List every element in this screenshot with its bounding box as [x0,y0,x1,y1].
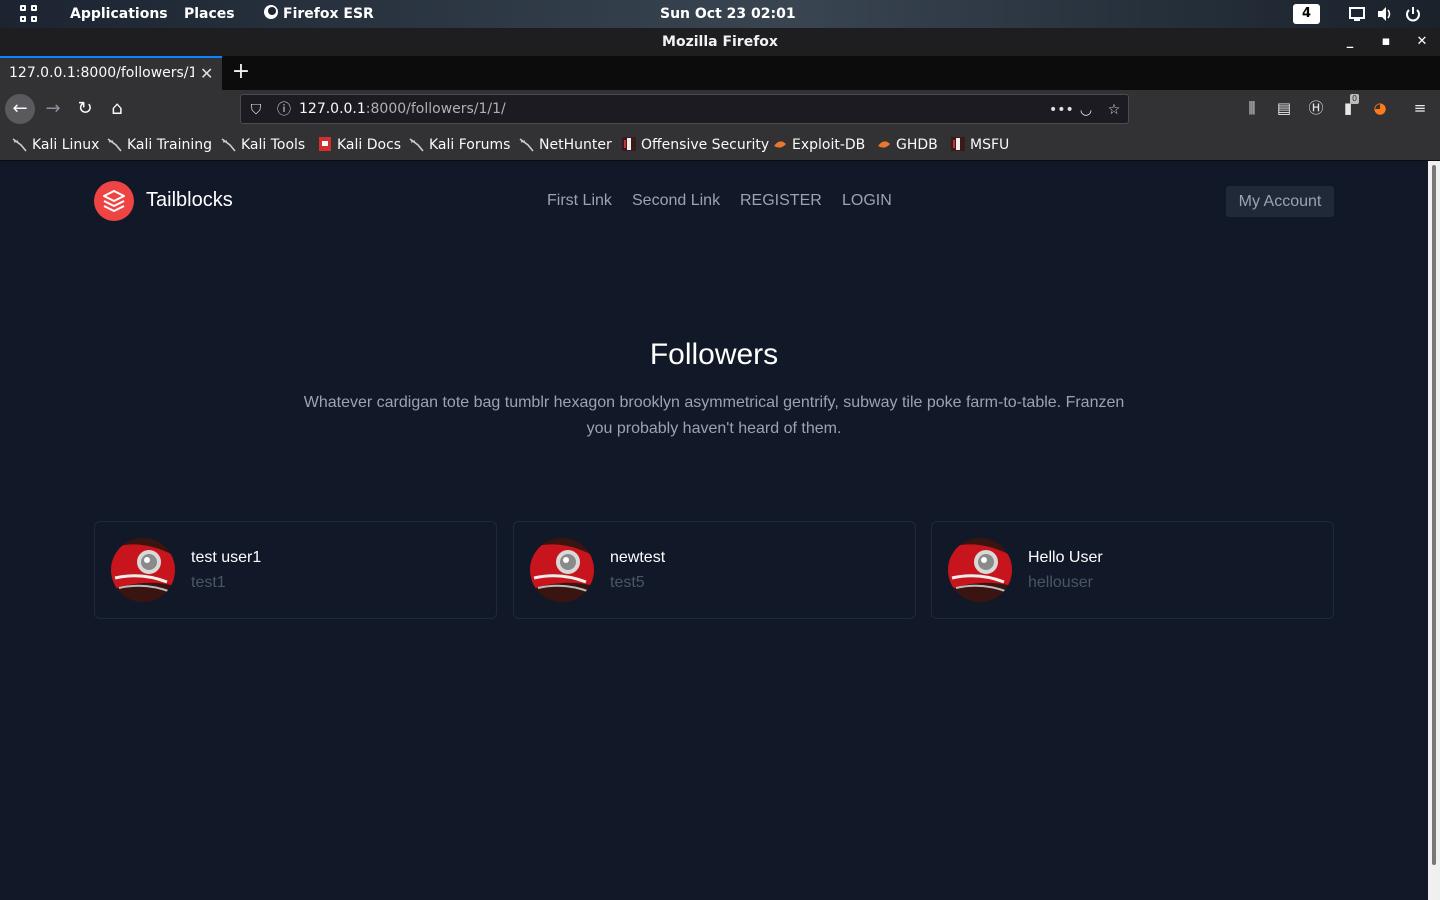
brand-name: Tailblocks [146,189,233,211]
bookmark-star-icon[interactable]: ☆ [1105,101,1123,119]
back-icon[interactable]: ← [5,94,35,124]
bookmark-nethunter[interactable]: NetHunter [519,136,612,154]
bookmark-kali-forums[interactable]: Kali Forums [409,136,510,154]
bookmark-label: NetHunter [539,137,612,153]
site-info-icon[interactable]: ⓘ [275,101,293,119]
follower-name: newtest [610,549,666,566]
apps-grid-icon[interactable] [20,5,38,23]
my-account-button[interactable]: My Account [1226,186,1334,217]
page-actions-icon[interactable]: ••• [1049,101,1074,119]
tab-strip: 127.0.0.1:8000/followers/1/1/ ✕ + [0,56,1440,90]
bookmark-label: Kali Linux [32,137,100,153]
bookmarks-toolbar: Kali Linux Kali Training Kali Tools Kali… [0,128,1440,161]
offsec-icon [622,137,636,151]
window-title: Mozilla Firefox [662,34,778,50]
scrollbar-thumb[interactable] [1432,165,1436,865]
volume-icon[interactable] [1376,5,1394,23]
nav-login-link[interactable]: LOGIN [842,192,892,210]
bookmark-offensive-security[interactable]: Offensive Security [621,136,769,154]
power-icon[interactable] [1404,5,1422,23]
browser-tab[interactable]: 127.0.0.1:8000/followers/1/1/ ✕ [0,56,222,90]
bookmark-kali-training[interactable]: Kali Training [107,136,212,154]
url-text[interactable]: 127.0.0.1:8000/followers/1/1/ [299,101,506,117]
applications-menu[interactable]: Applications [70,0,168,28]
kali-dragon-icon [12,138,27,152]
nav-register-link[interactable]: REGISTER [740,192,822,210]
page-content: Tailblocks First Link Second Link REGIST… [0,161,1428,900]
url-host: 127.0.0.1 [299,101,366,117]
pocket-icon[interactable]: ◡ [1077,101,1095,119]
bookmark-kali-tools[interactable]: Kali Tools [221,136,305,154]
kali-dragon-icon [519,138,534,152]
url-path: :8000/followers/1/1/ [365,101,506,117]
bookmark-label: Kali Forums [429,137,511,153]
minimize-icon[interactable]: _ [1336,28,1364,56]
kali-dragon-icon [107,138,122,152]
bookmark-label: MSFU [970,137,1010,153]
extension-icon[interactable]: ◕ [1370,98,1390,118]
firefox-icon [264,5,278,19]
system-top-bar: Applications Places Firefox ESR Sun Oct … [0,0,1440,28]
follower-card[interactable]: newtest test5 [513,521,916,619]
tracking-shield-icon[interactable]: ⛉ [247,101,265,119]
bookmark-label: Offensive Security [641,137,770,153]
follower-name: Hello User [1028,549,1103,566]
follower-username: hellouser [1028,574,1093,591]
new-tab-icon[interactable]: + [230,58,252,86]
close-window-icon[interactable]: ✕ [1408,28,1436,56]
follower-card[interactable]: test user1 test1 [94,521,497,619]
active-app-label: Firefox ESR [283,6,374,22]
follower-username: test1 [191,574,226,591]
bookmark-ghdb[interactable]: GHDB [876,136,938,154]
account-h-icon[interactable]: Ⓗ [1306,98,1326,118]
kali-dragon-icon [221,138,236,152]
workspace-indicator[interactable]: 4 [1293,4,1320,24]
bookmark-kali-linux[interactable]: Kali Linux [12,136,99,154]
bookmark-label: Kali Docs [337,137,402,153]
forward-icon[interactable]: → [38,94,68,124]
kali-dragon-icon [409,138,424,152]
page-description: Whatever cardigan tote bag tumblr hexago… [303,394,1125,437]
sidebar-icon[interactable]: ▤ [1274,98,1294,118]
bookmark-label: Kali Training [127,137,212,153]
tab-close-icon[interactable]: ✕ [200,64,213,83]
avatar [948,538,1012,602]
exploitdb-icon [774,141,786,148]
tab-title: 127.0.0.1:8000/followers/1/1/ [9,65,194,81]
maximize-icon[interactable]: ▪ [1372,28,1400,56]
reload-icon[interactable]: ↻ [70,94,100,124]
avatar [111,538,175,602]
window-title-bar: Mozilla Firefox _ ▪ ✕ [0,28,1440,56]
page-scrollbar[interactable] [1428,161,1440,900]
kali-docs-icon [319,137,331,151]
exploitdb-icon [878,141,890,148]
bookmark-label: Exploit-DB [792,137,866,153]
nav-first-link[interactable]: First Link [547,192,612,210]
sync-icon[interactable]: ▮ 0 [1338,94,1360,118]
follower-username: test5 [610,574,645,591]
nav-second-link[interactable]: Second Link [632,192,720,210]
follower-card[interactable]: Hello User hellouser [931,521,1334,619]
hamburger-menu-icon[interactable]: ≡ [1410,98,1430,118]
bookmark-label: Kali Tools [241,137,306,153]
library-icon[interactable]: ⫼ [1242,98,1262,118]
active-app-menu[interactable]: Firefox ESR [263,0,374,28]
offsec-icon [951,137,965,151]
follower-name: test user1 [191,549,262,566]
nav-toolbar: ← → ↻ ⌂ ⛉ ⓘ 127.0.0.1:8000/followers/1/1… [0,90,1440,128]
bookmark-exploit-db[interactable]: Exploit-DB [772,136,865,154]
home-icon[interactable]: ⌂ [102,94,132,124]
screen-icon[interactable] [1348,5,1366,23]
bookmark-kali-docs[interactable]: Kali Docs [317,136,401,154]
clock[interactable]: Sun Oct 23 02:01 [660,0,796,28]
avatar [530,538,594,602]
stack-logo-icon [94,181,134,221]
bookmark-label: GHDB [896,137,938,153]
url-bar[interactable]: ⛉ ⓘ 127.0.0.1:8000/followers/1/1/ ••• ◡ … [240,94,1129,124]
places-menu[interactable]: Places [184,0,235,28]
sync-badge: 0 [1350,94,1360,104]
page-title: Followers [649,338,779,371]
bookmark-msfu[interactable]: MSFU [950,136,1009,154]
